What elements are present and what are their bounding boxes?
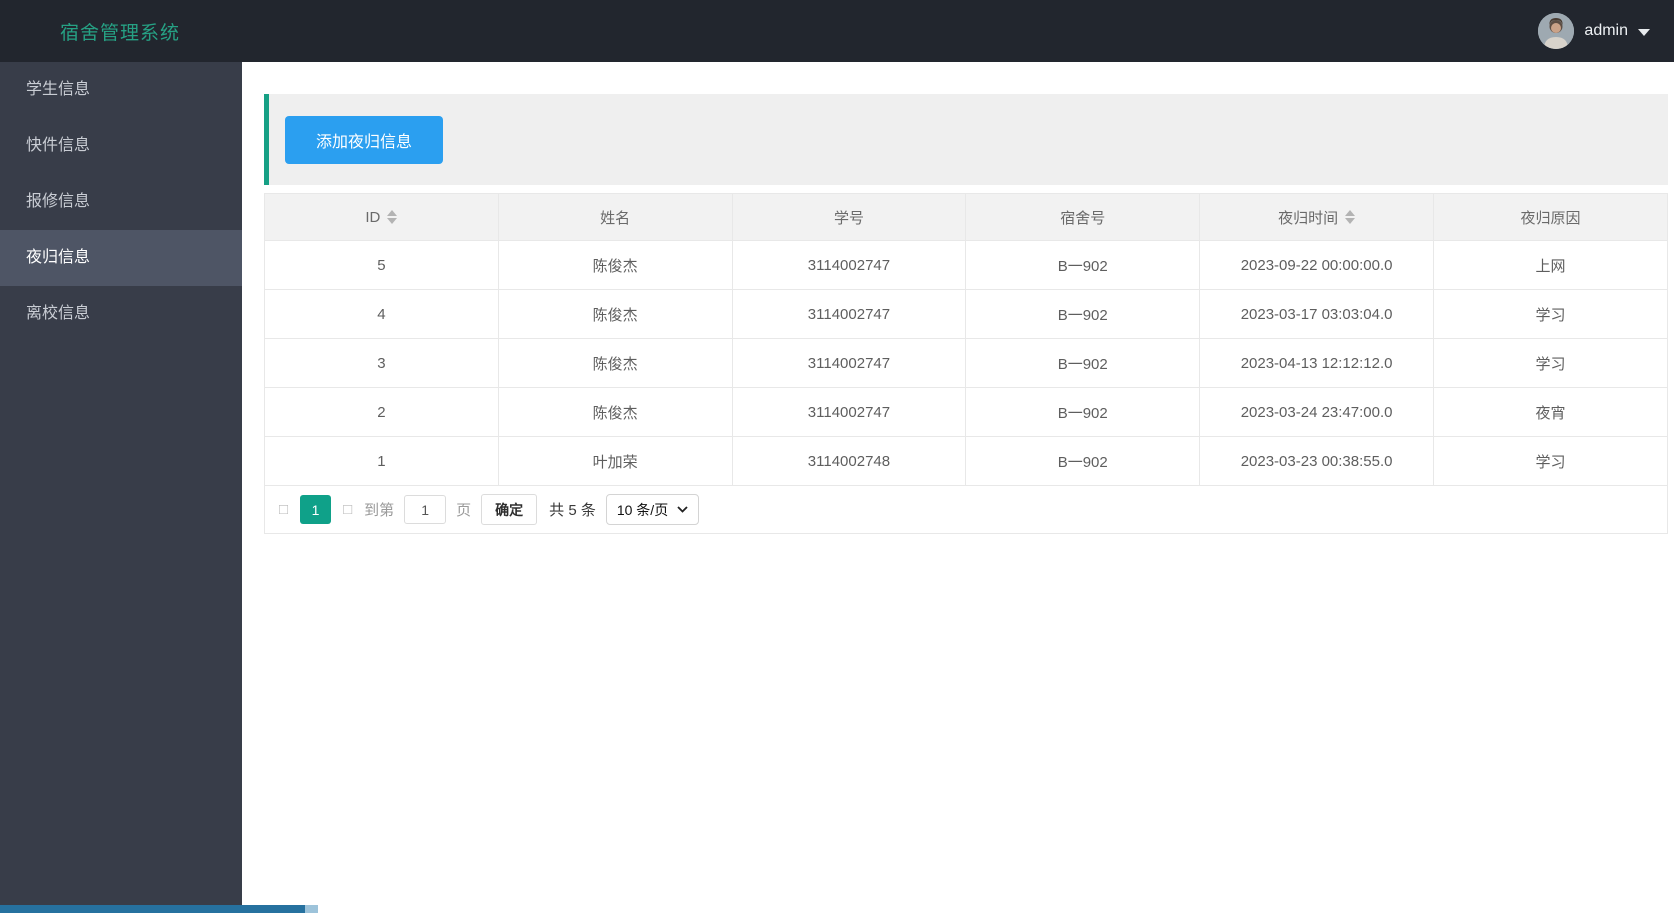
table-cell: 2	[264, 387, 499, 437]
table-cell: 3114002747	[731, 387, 967, 437]
sidebar-item-student-info[interactable]: 学生信息	[0, 62, 242, 118]
user-menu[interactable]: admin	[1538, 13, 1650, 49]
column-header-label: ID	[365, 208, 381, 226]
table-cell: 陈俊杰	[497, 240, 733, 290]
next-page-icon[interactable]: □	[341, 501, 354, 518]
table-cell: 2023-03-24 23:47:00.0	[1199, 387, 1435, 437]
page-size-value: 10 条/页	[616, 501, 669, 518]
page-button-1[interactable]: 1	[300, 495, 332, 524]
table-cell: B一902	[965, 338, 1201, 388]
avatar[interactable]	[1538, 13, 1575, 49]
column-header-label: 夜归时间	[1278, 209, 1339, 227]
total-count-label: 共 5 条	[549, 502, 596, 519]
table-cell: B一902	[965, 436, 1201, 486]
bottom-scroll-bar[interactable]	[0, 905, 305, 913]
late-return-table: ID 姓名 学号 宿舍号 夜归时间 夜归原因 5 陈俊杰 3114002747 …	[264, 193, 1668, 486]
column-header-student-no: 学号	[731, 193, 967, 241]
page-size-select[interactable]: 10 条/页	[605, 494, 700, 525]
goto-page-input[interactable]	[404, 495, 447, 524]
sidebar-item-late-return-info[interactable]: 夜归信息	[0, 230, 242, 286]
goto-suffix-label: 页	[456, 502, 472, 519]
late-return-table-wrap: ID 姓名 学号 宿舍号 夜归时间 夜归原因 5 陈俊杰 3114002747 …	[264, 193, 1668, 534]
sidebar: 学生信息 快件信息 报修信息 夜归信息 离校信息	[0, 62, 242, 913]
table-row: 5 陈俊杰 3114002747 B一902 2023-09-22 00:00:00.0…	[264, 240, 1668, 290]
table-cell: 叶加荣	[497, 436, 733, 486]
chevron-down-icon[interactable]	[1638, 28, 1650, 36]
column-header-name: 姓名	[497, 193, 733, 241]
sort-icon[interactable]	[387, 210, 398, 224]
confirm-button[interactable]: 确定	[481, 494, 538, 525]
table-cell: B一902	[965, 240, 1201, 290]
prev-page-icon[interactable]: □	[277, 501, 290, 518]
table-cell: 夜宵	[1433, 387, 1668, 437]
app-title: 宿舍管理系统	[60, 22, 181, 44]
table-cell: 2023-04-13 12:12:12.0	[1199, 338, 1435, 388]
table-row: 3 陈俊杰 3114002747 B一902 2023-04-13 12:12:12.0…	[264, 338, 1668, 388]
table-body: 5 陈俊杰 3114002747 B一902 2023-09-22 00:00:00.0…	[264, 240, 1668, 486]
table-cell: 学习	[1433, 289, 1668, 339]
sidebar-item-leave-school-info[interactable]: 离校信息	[0, 286, 242, 342]
table-header-row: ID 姓名 学号 宿舍号 夜归时间 夜归原因	[264, 193, 1668, 241]
table-cell: 上网	[1433, 240, 1668, 290]
table-cell: 2023-03-17 03:03:04.0	[1199, 289, 1435, 339]
column-header-id[interactable]: ID	[264, 193, 499, 241]
bottom-scroll-bar-end	[305, 905, 318, 913]
table-row: 2 陈俊杰 3114002747 B一902 2023-03-24 23:47:00.0…	[264, 387, 1668, 437]
sort-icon[interactable]	[1345, 210, 1356, 224]
pagination-bar: □ 1 □ 到第 页 确定 共 5 条 10 条/页	[264, 486, 1668, 534]
table-row: 4 陈俊杰 3114002747 B一902 2023-03-17 03:03:04.0…	[264, 289, 1668, 339]
column-header-dorm-no: 宿舍号	[965, 193, 1201, 241]
table-cell: 3114002747	[731, 338, 967, 388]
table-cell: 3114002747	[731, 240, 967, 290]
add-late-return-button[interactable]: 添加夜归信息	[285, 115, 444, 164]
table-cell: 2023-09-22 00:00:00.0	[1199, 240, 1435, 290]
sidebar-item-express-info[interactable]: 快件信息	[0, 118, 242, 174]
table-cell: 陈俊杰	[497, 289, 733, 339]
chevron-down-icon	[677, 506, 688, 513]
table-cell: B一902	[965, 289, 1201, 339]
table-row: 1 叶加荣 3114002748 B一902 2023-03-23 00:38:55.0…	[264, 436, 1668, 486]
table-cell: 陈俊杰	[497, 338, 733, 388]
sidebar-item-repair-info[interactable]: 报修信息	[0, 174, 242, 230]
user-name[interactable]: admin	[1584, 22, 1628, 40]
table-cell: 3114002748	[731, 436, 967, 486]
goto-prefix-label: 到第	[364, 502, 395, 519]
table-cell: 陈俊杰	[497, 387, 733, 437]
table-cell: 1	[264, 436, 499, 486]
table-cell: B一902	[965, 387, 1201, 437]
table-cell: 学习	[1433, 338, 1668, 388]
main-content: 添加夜归信息 ID 姓名 学号 宿舍号 夜归时间 夜归原因 5 陈俊杰 3114…	[242, 62, 1674, 913]
toolbar-panel: 添加夜归信息	[264, 94, 1668, 185]
column-header-return-time[interactable]: 夜归时间	[1199, 193, 1435, 241]
table-cell: 3114002747	[731, 289, 967, 339]
table-cell: 2023-03-23 00:38:55.0	[1199, 436, 1435, 486]
column-header-reason: 夜归原因	[1433, 193, 1668, 241]
table-cell: 5	[264, 240, 499, 290]
table-cell: 学习	[1433, 436, 1668, 486]
top-header: 宿舍管理系统 admin	[0, 0, 1674, 62]
table-cell: 4	[264, 289, 499, 339]
table-cell: 3	[264, 338, 499, 388]
